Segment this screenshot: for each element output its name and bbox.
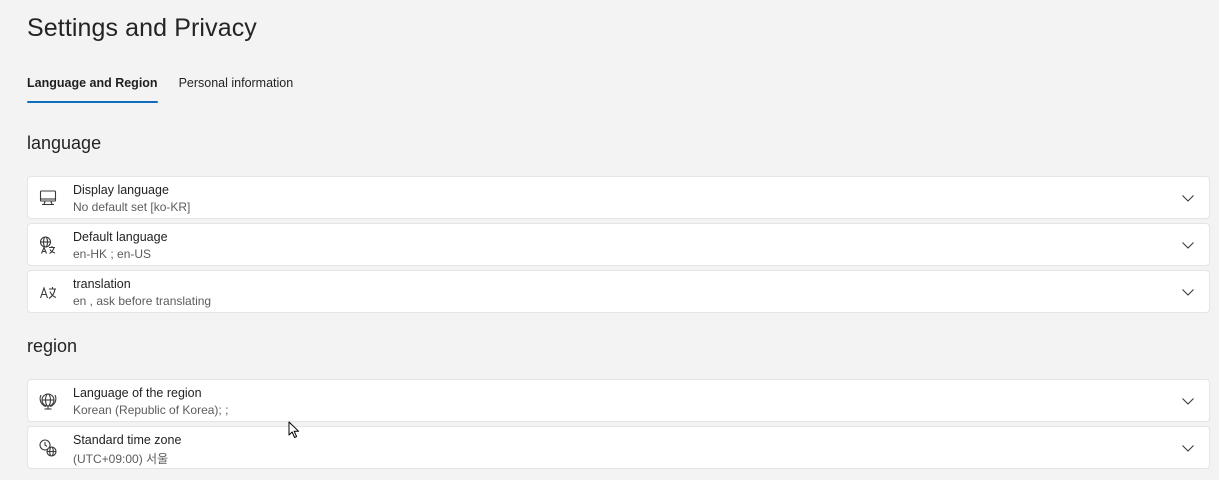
- default-language-title: Default language: [73, 230, 168, 244]
- region-language-title: Language of the region: [73, 386, 202, 400]
- display-language-value: No default set [ko-KR]: [73, 200, 191, 214]
- monitor-icon: [38, 188, 58, 208]
- language-icon: [38, 235, 58, 255]
- time-zone-row[interactable]: Standard time zone (UTC+09:00) 서울: [27, 426, 1210, 469]
- mouse-cursor-icon: [288, 421, 299, 438]
- translation-title: translation: [73, 277, 131, 291]
- section-heading-language: language: [27, 133, 102, 153]
- chevron-down-icon[interactable]: [1181, 441, 1195, 455]
- section-heading-region: region: [27, 336, 78, 356]
- tab-language-and-region[interactable]: Language and Region: [27, 76, 158, 103]
- tab-personal-information[interactable]: Personal information: [179, 76, 294, 101]
- display-language-row[interactable]: Display language No default set [ko-KR]: [27, 176, 1210, 219]
- display-language-title: Display language: [73, 183, 169, 197]
- region-language-value: Korean (Republic of Korea); ;: [73, 403, 229, 417]
- chevron-down-icon[interactable]: [1181, 285, 1195, 299]
- time-zone-icon: [38, 438, 58, 458]
- default-language-row[interactable]: Default language en-HK ; en-US: [27, 223, 1210, 266]
- chevron-down-icon[interactable]: [1181, 191, 1195, 205]
- chevron-down-icon[interactable]: [1181, 394, 1195, 408]
- tab-bar: Language and Region Personal information: [27, 76, 294, 103]
- chevron-down-icon[interactable]: [1181, 238, 1195, 252]
- region-language-row[interactable]: Language of the region Korean (Republic …: [27, 379, 1210, 422]
- translation-row[interactable]: translation en , ask before translating: [27, 270, 1210, 313]
- translation-value: en , ask before translating: [73, 294, 212, 308]
- page-title: Settings and Privacy: [27, 14, 257, 42]
- time-zone-value: (UTC+09:00) 서울: [73, 452, 169, 466]
- translate-icon: [38, 282, 58, 302]
- globe-icon: [38, 391, 58, 411]
- time-zone-title: Standard time zone: [73, 433, 182, 447]
- default-language-value: en-HK ; en-US: [73, 247, 152, 261]
